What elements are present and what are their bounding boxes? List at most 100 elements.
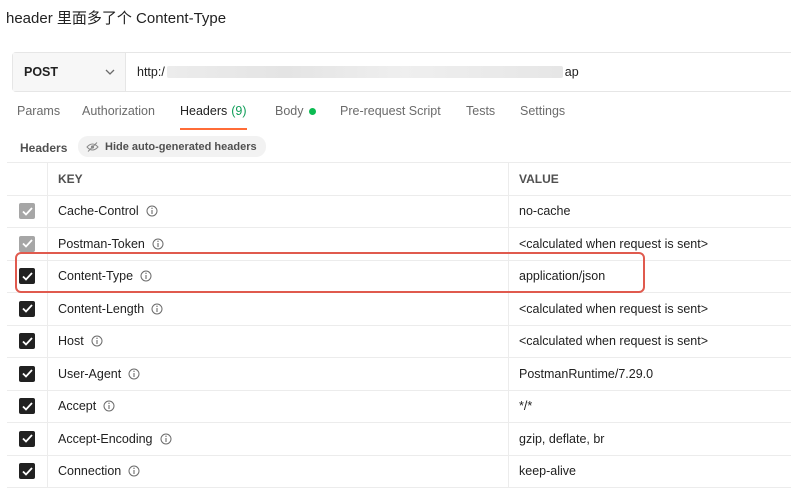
header-value-cell[interactable]: <calculated when request is sent> <box>509 293 791 325</box>
row-checkbox-cell <box>7 228 48 260</box>
info-icon[interactable] <box>103 400 115 412</box>
body-indicator-dot <box>309 108 316 115</box>
row-checkbox-cell <box>7 261 48 293</box>
row-checkbox-cell <box>7 196 48 228</box>
table-row: Content-Type application/json <box>7 261 791 294</box>
info-icon[interactable] <box>152 238 164 250</box>
tab-body[interactable]: Body <box>275 104 316 130</box>
header-key: User-Agent <box>58 367 121 381</box>
table-row: Cache-Control no-cache <box>7 196 791 229</box>
method-label: POST <box>24 65 58 79</box>
header-enabled-checkbox[interactable] <box>19 236 35 252</box>
header-value: */* <box>519 399 532 413</box>
info-icon[interactable] <box>140 270 152 282</box>
header-key-cell[interactable]: Cache-Control <box>48 196 509 228</box>
check-icon <box>22 434 33 443</box>
request-tabs: Params Authorization Headers(9) Body Pre… <box>0 104 791 130</box>
header-enabled-checkbox[interactable] <box>19 398 35 414</box>
header-key: Content-Type <box>58 269 133 283</box>
table-header-row: KEY VALUE <box>7 163 791 196</box>
header-value: PostmanRuntime/7.29.0 <box>519 367 653 381</box>
table-row: User-Agent PostmanRuntime/7.29.0 <box>7 358 791 391</box>
header-key-cell[interactable]: Accept-Encoding <box>48 423 509 455</box>
header-enabled-checkbox[interactable] <box>19 431 35 447</box>
headers-subbar: Headers Hide auto-generated headers <box>0 136 791 162</box>
header-key: Accept <box>58 399 96 413</box>
header-enabled-checkbox[interactable] <box>19 301 35 317</box>
header-key: Postman-Token <box>58 237 145 251</box>
header-value-cell[interactable]: */* <box>509 391 791 423</box>
info-icon[interactable] <box>160 433 172 445</box>
tab-authorization-label: Authorization <box>82 104 155 118</box>
request-url-bar: POST http:/ ap <box>12 52 791 92</box>
header-value: keep-alive <box>519 464 576 478</box>
info-icon[interactable] <box>128 368 140 380</box>
header-enabled-checkbox[interactable] <box>19 366 35 382</box>
info-icon[interactable] <box>146 205 158 217</box>
header-key-cell[interactable]: Accept <box>48 391 509 423</box>
header-key-cell[interactable]: Connection <box>48 456 509 488</box>
header-value-cell[interactable]: PostmanRuntime/7.29.0 <box>509 358 791 390</box>
value-column-header: VALUE <box>509 163 791 195</box>
header-key-cell[interactable]: Postman-Token <box>48 228 509 260</box>
header-value-cell[interactable]: keep-alive <box>509 456 791 488</box>
tab-tests[interactable]: Tests <box>466 104 495 130</box>
header-value-cell[interactable]: no-cache <box>509 196 791 228</box>
tab-headers-count: (9) <box>231 104 246 118</box>
header-key: Accept-Encoding <box>58 432 153 446</box>
info-icon[interactable] <box>151 303 163 315</box>
tab-authorization[interactable]: Authorization <box>82 104 155 130</box>
header-value: <calculated when request is sent> <box>519 237 708 251</box>
header-enabled-checkbox[interactable] <box>19 463 35 479</box>
header-value: application/json <box>519 269 605 283</box>
row-checkbox-cell <box>7 456 48 488</box>
hide-auto-generated-headers-button[interactable]: Hide auto-generated headers <box>78 136 266 157</box>
header-value-cell[interactable]: <calculated when request is sent> <box>509 228 791 260</box>
header-value: <calculated when request is sent> <box>519 334 708 348</box>
method-select[interactable]: POST <box>13 53 126 91</box>
url-suffix: ap <box>565 65 579 79</box>
header-enabled-checkbox[interactable] <box>19 333 35 349</box>
tab-pre-request-script[interactable]: Pre-request Script <box>340 104 441 130</box>
header-enabled-checkbox[interactable] <box>19 268 35 284</box>
tab-params[interactable]: Params <box>17 104 60 130</box>
row-checkbox-cell <box>7 293 48 325</box>
header-key-cell[interactable]: Host <box>48 326 509 358</box>
check-icon <box>22 337 33 346</box>
header-value: gzip, deflate, br <box>519 432 604 446</box>
header-key-cell[interactable]: Content-Type <box>48 261 509 293</box>
info-icon[interactable] <box>91 335 103 347</box>
url-redacted <box>167 66 563 78</box>
header-key-cell[interactable]: Content-Length <box>48 293 509 325</box>
info-icon[interactable] <box>128 465 140 477</box>
tab-body-label: Body <box>275 104 304 118</box>
check-icon <box>22 369 33 378</box>
header-key: Content-Length <box>58 302 144 316</box>
header-enabled-checkbox[interactable] <box>19 203 35 219</box>
header-value-cell[interactable]: <calculated when request is sent> <box>509 326 791 358</box>
url-input[interactable]: http:/ ap <box>126 53 791 91</box>
header-value: no-cache <box>519 204 570 218</box>
header-key: Cache-Control <box>58 204 139 218</box>
tab-pre-request-script-label: Pre-request Script <box>340 104 441 118</box>
key-column-header: KEY <box>48 163 509 195</box>
header-value-cell[interactable]: application/json <box>509 261 791 293</box>
tab-settings[interactable]: Settings <box>520 104 565 130</box>
check-icon <box>22 207 33 216</box>
header-key-cell[interactable]: User-Agent <box>48 358 509 390</box>
table-row: Accept */* <box>7 391 791 424</box>
tab-tests-label: Tests <box>466 104 495 118</box>
url-prefix: http:/ <box>137 65 165 79</box>
row-checkbox-cell <box>7 423 48 455</box>
table-row: Accept-Encoding gzip, deflate, br <box>7 423 791 456</box>
header-key: Host <box>58 334 84 348</box>
page-caption: header 里面多了个 Content-Type <box>6 7 226 28</box>
hide-button-label: Hide auto-generated headers <box>105 141 257 153</box>
header-key: Connection <box>58 464 121 478</box>
eye-off-icon <box>86 142 99 152</box>
tab-headers[interactable]: Headers(9) <box>180 104 247 130</box>
check-icon <box>22 402 33 411</box>
header-value-cell[interactable]: gzip, deflate, br <box>509 423 791 455</box>
check-icon <box>22 272 33 281</box>
table-row: Postman-Token <calculated when request is… <box>7 228 791 261</box>
